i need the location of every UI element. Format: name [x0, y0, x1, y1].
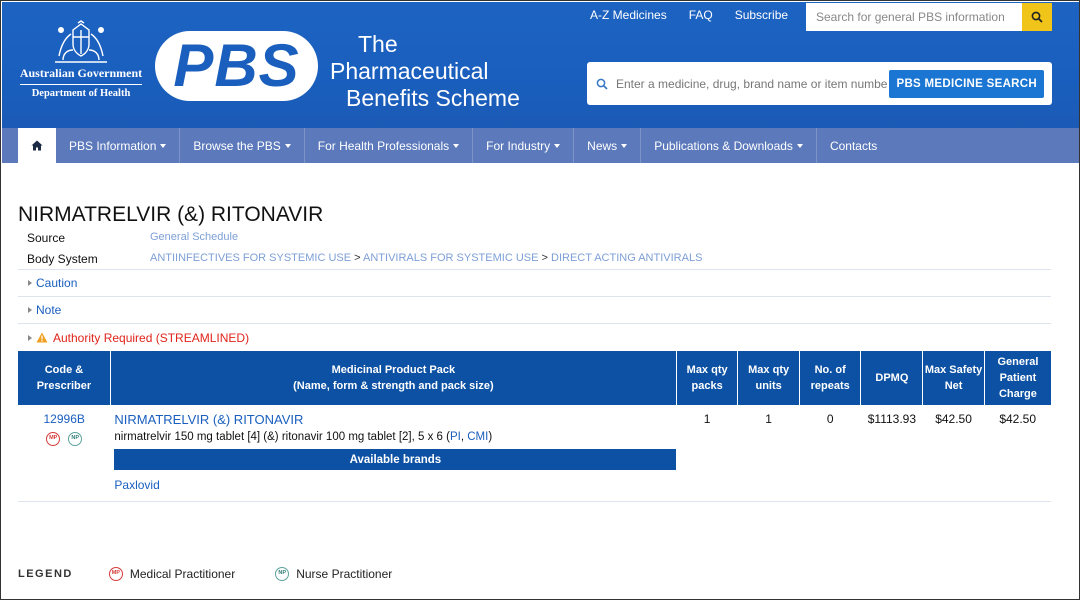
cell-max-safety-net: $42.50 [935, 412, 972, 426]
pi-link[interactable]: PI [450, 431, 461, 443]
pbs-logo[interactable]: PBS [155, 31, 318, 101]
site-header: Australian Government Department of Heal… [2, 2, 1079, 128]
breadcrumb-separator: > [354, 252, 361, 264]
cell-product-pack: NIRMATRELVIR (&) RITONAVIR nirmatrelvir … [110, 405, 677, 492]
cell-patient-charge: $42.50 [999, 412, 1037, 426]
col-medicinal-product-pack: Medicinal Product Pack (Name, form & stre… [110, 351, 677, 405]
general-search-box [806, 3, 1052, 31]
body-system-link-direct-acting[interactable]: DIRECT ACTING ANTIVIRALS [551, 252, 702, 264]
cell-code-prescriber: 12996B MP NP [18, 405, 110, 492]
caret-down-icon [160, 143, 167, 148]
pbs-medicine-search-button[interactable]: PBS MEDICINE SEARCH [889, 70, 1044, 98]
nurse-practitioner-icon: NP [68, 432, 83, 446]
cell-dpmq: $1113.93 [867, 412, 917, 426]
nav-pbs-information[interactable]: PBS Information [56, 128, 181, 163]
caret-down-icon [554, 143, 561, 148]
available-brands-header: Available brands [114, 449, 677, 470]
col-max-qty-packs: Max qty packs [676, 351, 739, 405]
medicine-search-input[interactable] [616, 76, 888, 91]
cmi-link[interactable]: CMI [467, 431, 488, 443]
nav-for-industry[interactable]: For Industry [473, 128, 575, 163]
page-title: NIRMATRELVIR (&) RITONAVIR [18, 203, 324, 226]
top-links: A-Z Medicines FAQ Subscribe [590, 8, 810, 22]
home-icon [31, 140, 43, 151]
coat-of-arms-icon [55, 20, 107, 63]
site-title-line1: The [358, 31, 398, 57]
nurse-practitioner-icon: NP [275, 567, 290, 581]
body-system-breadcrumb: ANTIINFECTIVES FOR SYSTEMIC USE > ANTIVI… [150, 252, 702, 264]
caret-down-icon [453, 143, 460, 148]
caret-down-icon [796, 143, 803, 148]
col-max-safety-net: Max Safety Net [922, 351, 985, 405]
search-icon [1031, 11, 1043, 23]
nav-for-health-professionals[interactable]: For Health Professionals [305, 128, 474, 163]
cell-max-qty-units: 1 [765, 412, 772, 426]
legend: LEGEND MP Medical Practitioner NP Nurse … [18, 567, 432, 581]
table-row: 12996B MP NP NIRMATRELVIR (&) RITONAVIR … [18, 405, 1051, 492]
main-nav: PBS Information Browse the PBS For Healt… [2, 128, 1079, 163]
nav-news[interactable]: News [574, 128, 642, 163]
legend-medical-practitioner: Medical Practitioner [129, 567, 236, 581]
body-system-link-antivirals[interactable]: ANTIVIRALS FOR SYSTEMIC USE [363, 252, 538, 264]
nav-contacts[interactable]: Contacts [817, 128, 890, 163]
legend-nurse-practitioner: Nurse Practitioner [296, 567, 393, 581]
col-max-qty-units: Max qty units [737, 351, 800, 405]
site-title-line2: Pharmaceutical [330, 58, 489, 84]
breadcrumb-separator: > [541, 252, 548, 264]
cell-max-qty-packs: 1 [703, 412, 711, 426]
section-caution[interactable]: Caution [18, 270, 1051, 297]
top-link-subscribe[interactable]: Subscribe [735, 8, 788, 22]
col-code-prescriber: Code & Prescriber [18, 351, 111, 405]
expand-triangle-icon [28, 334, 32, 341]
cell-repeats: 0 [826, 412, 834, 426]
col-no-of-repeats: No. of repeats [799, 351, 862, 405]
medical-practitioner-icon: MP [46, 432, 61, 446]
general-search-input[interactable] [806, 3, 1022, 31]
gov-name-line1: Australian Government [19, 66, 143, 80]
section-note[interactable]: Note [18, 297, 1051, 324]
caret-down-icon [621, 143, 628, 148]
nav-browse-the-pbs[interactable]: Browse the PBS [180, 128, 305, 163]
product-name-link[interactable]: NIRMATRELVIR (&) RITONAVIR [114, 412, 676, 427]
table-header-row: Code & Prescriber Medicinal Product Pack(… [18, 351, 1051, 405]
pbs-site-title: The Pharmaceutical Benefits Scheme [330, 31, 520, 112]
australian-government-logo[interactable]: Australian Government Department of Heal… [18, 20, 144, 108]
nav-publications-downloads[interactable]: Publications & Downloads [641, 128, 817, 163]
body-system-link-antiinfectives[interactable]: ANTIINFECTIVES FOR SYSTEMIC USE [150, 252, 351, 264]
section-authority-required[interactable]: Authority Required (STREAMLINED) [18, 324, 1051, 351]
table-bottom-divider [18, 501, 1051, 502]
page-frame: Australian Government Department of Heal… [0, 0, 1080, 600]
general-search-button[interactable] [1022, 3, 1052, 31]
medicine-table: Code & Prescriber Medicinal Product Pack(… [18, 351, 1051, 492]
medicine-search-box: PBS MEDICINE SEARCH [587, 62, 1052, 105]
search-icon [596, 78, 608, 90]
gov-name-line2: Department of Health [31, 88, 131, 99]
source-label: Source [27, 231, 66, 245]
body-system-label: Body System [27, 252, 98, 266]
pbs-logo-text: PBS [173, 32, 300, 99]
gov-divider [20, 84, 142, 85]
item-code-link[interactable]: 12996B [18, 412, 110, 426]
product-description: nirmatrelvir 150 mg tablet [4] (&) riton… [114, 431, 493, 443]
expand-triangle-icon [28, 280, 32, 286]
medical-practitioner-icon: MP [108, 567, 123, 581]
col-dpmq: DPMQ [860, 351, 924, 405]
caret-down-icon [284, 143, 291, 148]
top-link-az-medicines[interactable]: A-Z Medicines [590, 8, 667, 22]
col-general-patient-charge: General Patient Charge [984, 351, 1051, 405]
brand-link-paxlovid[interactable]: Paxlovid [114, 478, 676, 492]
site-title-line3: Benefits Scheme [346, 85, 520, 111]
nav-home[interactable] [18, 128, 56, 163]
top-link-faq[interactable]: FAQ [689, 8, 713, 22]
warning-icon [36, 332, 48, 343]
source-value-link[interactable]: General Schedule [150, 231, 238, 243]
expand-triangle-icon [28, 307, 32, 313]
legend-label: LEGEND [18, 568, 73, 580]
